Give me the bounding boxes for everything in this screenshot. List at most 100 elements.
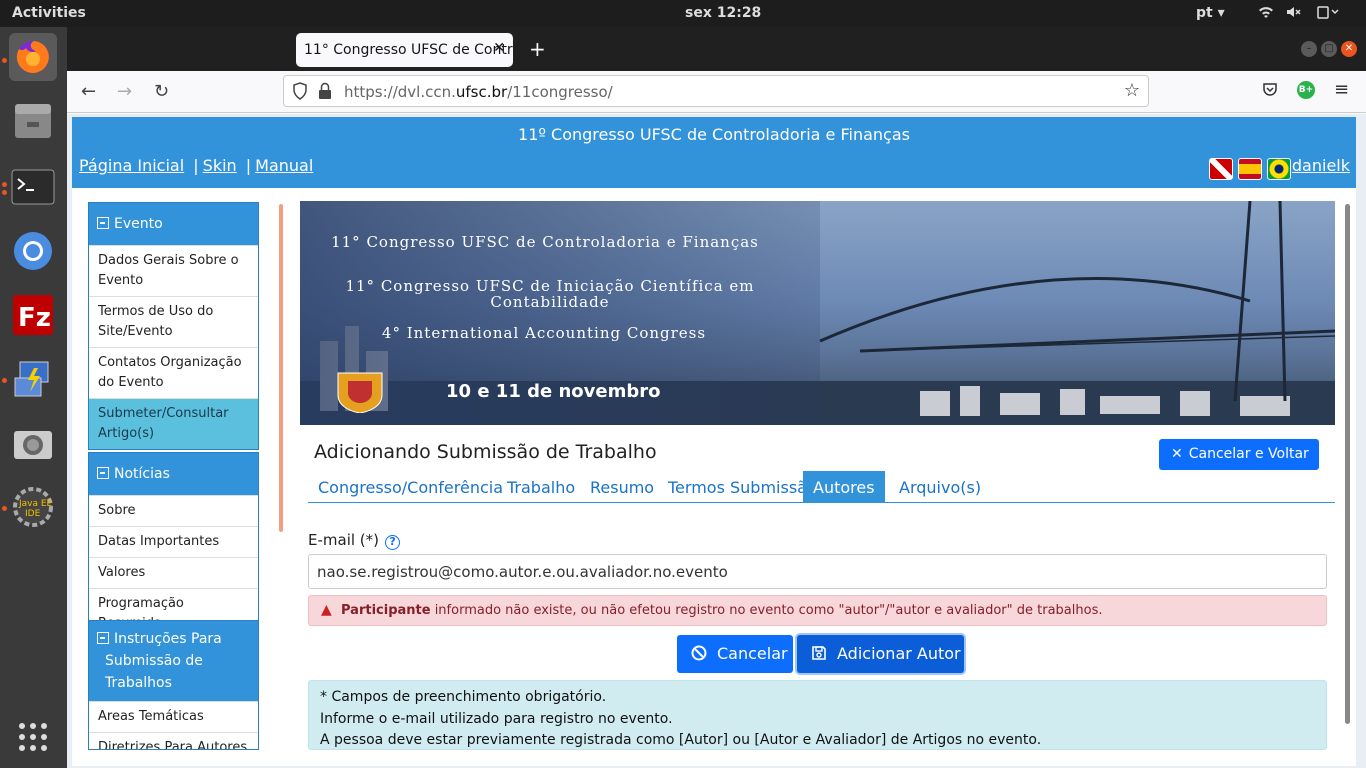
sidebar-panel-noticias: Notícias Sobre Datas Importantes Valores… — [88, 452, 259, 640]
email-field[interactable] — [308, 554, 1327, 589]
page-heading: Adicionando Submissão de Trabalho — [314, 441, 657, 463]
back-icon[interactable]: ← — [81, 81, 96, 102]
sidebar-item-dados-gerais[interactable]: Dados Gerais Sobre o Evento — [89, 245, 258, 296]
error-alert: ▲ Participante informado não existe, ou … — [308, 595, 1327, 626]
panel-title: Notícias — [114, 466, 170, 482]
banner-date: 10 e 11 de novembro — [446, 381, 661, 402]
sidebar-item-contatos[interactable]: Contatos Organização do Evento — [89, 347, 258, 398]
button-label: Adicionar Autor — [837, 644, 961, 663]
banner-line-1: 11° Congresso UFSC de Controladoria e Fi… — [331, 233, 759, 251]
filezilla-icon[interactable]: Fz — [9, 291, 57, 339]
firefox-icon[interactable] — [9, 33, 57, 81]
tab-termos-submissao[interactable]: Termos Submissão — [658, 471, 827, 503]
remote-desktop-icon[interactable] — [9, 355, 57, 403]
sidebar-panel-evento: Evento Dados Gerais Sobre o Evento Termo… — [88, 202, 259, 450]
close-icon: ✕ — [1171, 446, 1183, 462]
collapse-icon[interactable] — [97, 467, 109, 479]
panel-title: Instruções Para Submissão de Trabalhos — [105, 631, 222, 691]
alert-text: informado não existe, ou não efetou regi… — [430, 603, 1103, 618]
tab-strip: 11° Congresso UFSC de Contr ✕ + – □ ✕ — [67, 27, 1366, 71]
home-link[interactable]: Página Inicial — [79, 156, 184, 175]
sidebar-item-sobre[interactable]: Sobre — [89, 495, 258, 526]
running-indicator — [2, 58, 7, 63]
clock[interactable]: sex 12:28 — [685, 5, 761, 21]
tab-autores[interactable]: Autores — [803, 471, 885, 503]
manual-link[interactable]: Manual — [255, 156, 313, 175]
camera-icon[interactable] — [9, 419, 57, 467]
running-indicator — [2, 506, 7, 511]
terminal-icon[interactable] — [9, 163, 57, 211]
volume-icon[interactable] — [1285, 4, 1301, 24]
button-label: Cancelar — [717, 644, 788, 663]
sidebar-item-areas[interactable]: Areas Temáticas — [89, 701, 258, 732]
wifi-icon[interactable] — [1258, 4, 1274, 24]
collapse-icon[interactable] — [97, 632, 109, 644]
chromium-icon[interactable] — [9, 227, 57, 275]
banner-line-3: 4° International Accounting Congress — [381, 324, 707, 342]
url-bar[interactable]: https://dvl.ccn.ufsc.br/11congresso/ ☆ — [283, 75, 1149, 107]
url-suffix: /11congresso/ — [507, 83, 613, 101]
web-page: 11º Congresso UFSC de Controladoria e Fi… — [67, 114, 1366, 768]
forward-icon[interactable]: → — [117, 81, 132, 102]
add-author-button[interactable]: Adicionar Autor — [797, 635, 964, 673]
files-icon[interactable] — [9, 97, 57, 145]
window-close-icon[interactable]: ✕ — [1341, 41, 1357, 57]
sidebar-item-datas[interactable]: Datas Importantes — [89, 526, 258, 557]
site-title: 11º Congresso UFSC de Controladoria e Fi… — [518, 125, 910, 144]
label-text: E-mail (*) — [308, 531, 380, 549]
ufsc-crest-icon — [337, 372, 383, 413]
activities-button[interactable]: Activities — [12, 5, 86, 21]
cancel-button[interactable]: Cancelar — [677, 635, 793, 673]
power-menu-icon[interactable] — [1316, 4, 1340, 24]
lock-icon[interactable] — [318, 82, 332, 104]
firefox-window: 11° Congresso UFSC de Contr ✕ + – □ ✕ ← … — [67, 27, 1366, 768]
help-icon[interactable]: ? — [385, 535, 401, 550]
language-indicator[interactable]: pt ▾ — [1196, 5, 1225, 21]
flag-en-icon[interactable] — [1209, 158, 1233, 180]
menu-icon[interactable]: ≡ — [1334, 79, 1349, 100]
url-domain: ufsc.br — [455, 83, 508, 101]
bookmark-star-icon[interactable]: ☆ — [1124, 80, 1140, 101]
tab-congresso[interactable]: Congresso/Conferência — [308, 471, 513, 503]
sidebar-item-submeter[interactable]: Submeter/Consultar Artigo(s) — [89, 398, 258, 449]
tab-arquivos[interactable]: Arquivo(s) — [889, 471, 991, 503]
running-indicator — [2, 190, 7, 195]
close-tab-icon[interactable]: ✕ — [493, 40, 505, 56]
shield-icon[interactable] — [292, 82, 308, 104]
tab-resumo[interactable]: Resumo — [580, 471, 664, 503]
extension-icon[interactable]: B+ — [1297, 81, 1315, 99]
site-header: 11º Congresso UFSC de Controladoria e Fi… — [72, 117, 1356, 188]
panel-title: Evento — [114, 216, 163, 232]
sidebar-item-valores[interactable]: Valores — [89, 557, 258, 588]
user-link[interactable]: danielk — [1292, 156, 1350, 175]
sidebar-item-termos-uso[interactable]: Termos de Uso do Site/Evento — [89, 296, 258, 347]
reload-icon[interactable]: ↻ — [154, 81, 169, 102]
browser-tab[interactable]: 11° Congresso UFSC de Contr ✕ — [296, 33, 513, 67]
page-scrollbar[interactable] — [1345, 204, 1350, 724]
sidebar-item-diretrizes[interactable]: Diretrizes Para Autores — [89, 732, 258, 749]
sidebar-scrollbar[interactable] — [279, 204, 283, 532]
flag-br-icon[interactable] — [1267, 158, 1291, 180]
new-tab-icon[interactable]: + — [529, 37, 546, 61]
panel-header[interactable]: Notícias — [89, 453, 258, 495]
alert-bold: Participante — [341, 603, 431, 618]
info-line: A pessoa deve estar previamente registra… — [320, 732, 1042, 748]
url-prefix: https://dvl.ccn. — [344, 83, 456, 101]
flag-es-icon[interactable] — [1238, 158, 1262, 180]
maximize-icon[interactable]: □ — [1321, 41, 1337, 57]
ban-icon — [691, 645, 707, 661]
panel-header[interactable]: Instruções Para Submissão de Trabalhos — [89, 621, 258, 701]
svg-text:Java EE: Java EE — [18, 499, 53, 509]
email-label: E-mail (*)? — [308, 531, 401, 550]
tab-trabalho[interactable]: Trabalho — [497, 471, 585, 503]
cancel-and-back-button[interactable]: ✕ Cancelar e Voltar — [1159, 439, 1319, 470]
minimize-icon[interactable]: – — [1301, 41, 1317, 57]
panel-header[interactable]: Evento — [89, 203, 258, 245]
pocket-icon[interactable] — [1262, 81, 1278, 101]
java-ee-ide-icon[interactable]: Java EE IDE — [9, 483, 57, 531]
banner-line-2: 11° Congresso UFSC de Iniciação Científi… — [345, 277, 755, 311]
skin-link[interactable]: Skin — [203, 156, 237, 175]
collapse-icon[interactable] — [97, 217, 109, 229]
show-applications-icon[interactable] — [9, 713, 57, 761]
button-label: Cancelar e Voltar — [1188, 446, 1309, 462]
